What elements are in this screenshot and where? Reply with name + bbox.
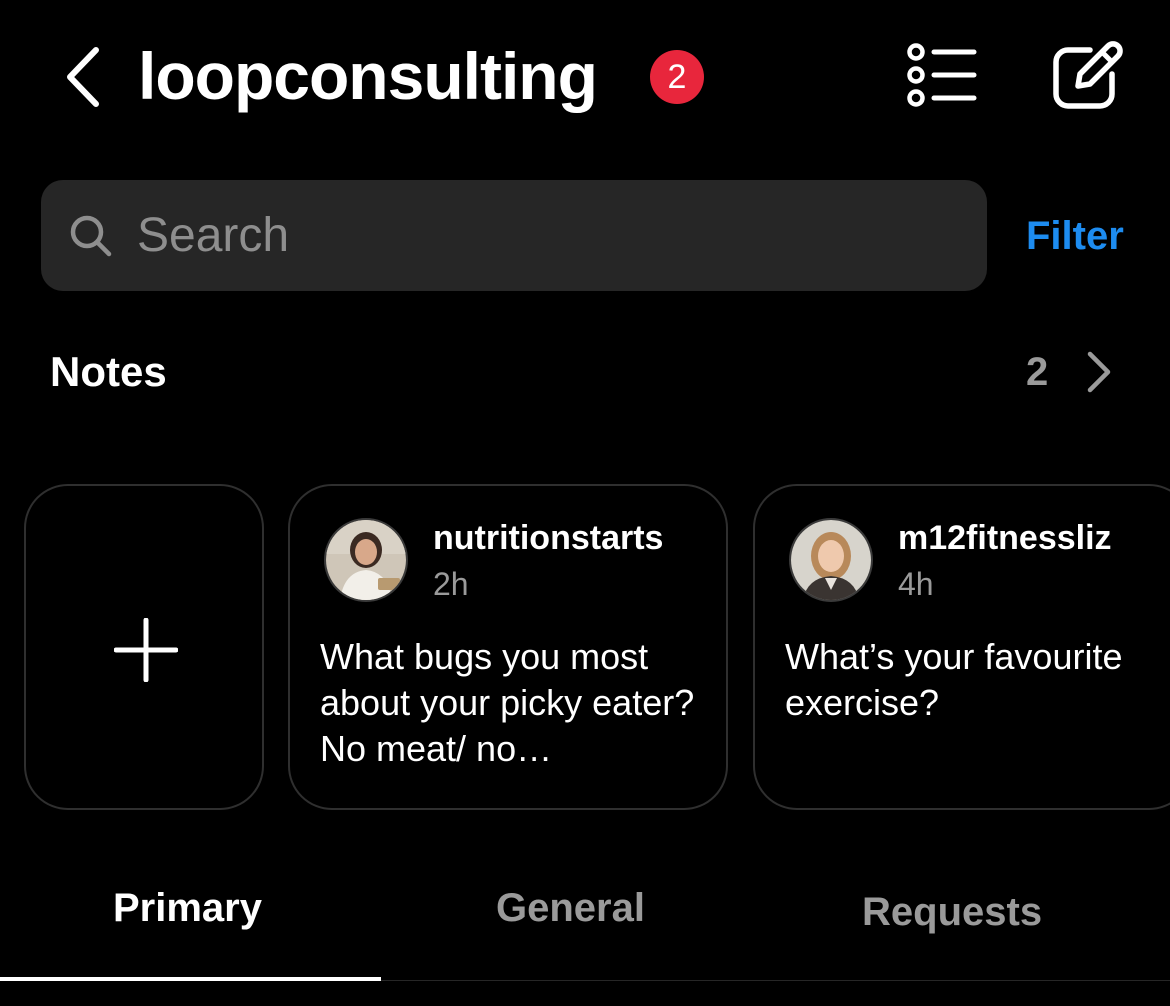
note-username[interactable]: m12fitnessliz [898, 516, 1112, 560]
chevron-right-icon[interactable] [1084, 350, 1114, 394]
avatar[interactable] [789, 518, 873, 602]
account-title[interactable]: loopconsulting [138, 32, 598, 120]
avatar-photo [791, 520, 871, 600]
notes-heading: Notes [50, 348, 167, 395]
avatar[interactable] [324, 518, 408, 602]
tab-general[interactable]: General [496, 880, 645, 936]
header: loopconsulting 2 [0, 0, 1170, 160]
note-text: What bugs you most about your picky eate… [320, 636, 695, 769]
search-input[interactable] [137, 180, 957, 291]
list-button[interactable] [904, 40, 980, 110]
note-username[interactable]: nutritionstarts [433, 516, 663, 560]
tab-requests[interactable]: Requests [862, 884, 1042, 940]
note-card[interactable]: nutritionstarts 2h What bugs you most ab… [288, 484, 728, 810]
compose-button[interactable] [1048, 38, 1128, 114]
notes-count[interactable]: 2 [1026, 346, 1048, 398]
tab-primary[interactable]: Primary [113, 880, 262, 936]
search-bar[interactable] [41, 180, 987, 291]
search-icon [70, 215, 112, 257]
list-icon [907, 43, 977, 107]
compose-icon [1053, 41, 1123, 109]
chevron-left-icon [67, 47, 99, 107]
avatar-photo [326, 520, 406, 600]
plus-icon [114, 618, 178, 682]
filter-button[interactable]: Filter [1026, 208, 1124, 264]
note-text: What’s your favourite exercise? [785, 636, 1123, 723]
note-time: 4h [898, 566, 934, 602]
back-button[interactable] [58, 42, 110, 112]
add-note-button[interactable] [24, 484, 264, 810]
active-tab-indicator [0, 977, 381, 981]
note-card[interactable]: m12fitnessliz 4h What’s your favourite e… [753, 484, 1170, 810]
unread-badge: 2 [650, 50, 704, 104]
note-time: 2h [433, 566, 469, 602]
